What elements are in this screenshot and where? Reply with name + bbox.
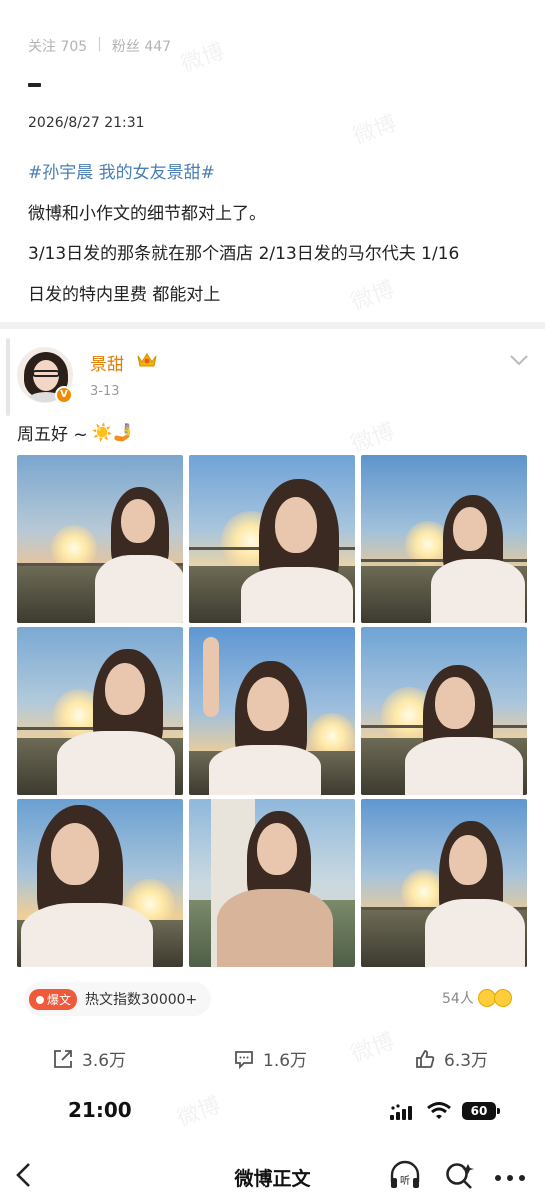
photo-2[interactable] — [189, 455, 355, 623]
hot-tag-label: 爆文 — [47, 992, 72, 1007]
search-icon[interactable] — [444, 1161, 476, 1191]
hot-index-badge[interactable]: 爆文 热文指数30000+ — [24, 982, 212, 1016]
followers-count[interactable]: 粉丝 447 — [112, 36, 171, 56]
photo-5[interactable] — [189, 627, 355, 795]
comment-icon — [235, 1050, 253, 1069]
photo-9[interactable] — [361, 799, 527, 967]
like-count: 6.3万 — [444, 1051, 489, 1071]
post-text-line-1: 微博和小作文的细节都对上了。 — [28, 204, 266, 224]
apple-icon — [36, 996, 44, 1004]
post-time: 2026/8/27 21:31 — [28, 115, 145, 131]
battery-tip — [497, 1108, 500, 1114]
verified-badge: V — [55, 386, 73, 404]
watermark: 微博 — [173, 1093, 224, 1132]
battery-indicator: 60 — [462, 1102, 496, 1120]
section-divider — [0, 322, 545, 329]
repost-date: 3-13 — [90, 384, 120, 399]
watermark: 微博 — [347, 277, 398, 316]
signal-icon — [390, 1104, 412, 1120]
status-time: 21:00 — [68, 1098, 132, 1122]
watermark: 微博 — [177, 39, 228, 78]
watermark: 微博 — [347, 419, 398, 458]
following-count[interactable]: 关注 705 — [28, 36, 87, 56]
watermark: 微博 — [349, 111, 400, 150]
repost-indicator — [6, 338, 10, 416]
more-icon[interactable] — [494, 1174, 526, 1182]
photo-1[interactable] — [17, 455, 183, 623]
photo-3[interactable] — [361, 455, 527, 623]
chevron-down-icon[interactable] — [509, 353, 529, 367]
repost-icon — [54, 1049, 72, 1068]
comment-button[interactable]: 1.6万 — [233, 1046, 307, 1071]
post-text-line-3: 日发的特内里费 都能对上 — [28, 285, 221, 305]
profile-stats: 关注 705 | 粉丝 447 — [28, 36, 171, 56]
grin-emoji-icon — [493, 989, 512, 1007]
hot-tag: 爆文 — [29, 988, 78, 1010]
svg-text:听: 听 — [400, 1175, 410, 1187]
hot-index-label: 热文指数30000+ — [85, 992, 198, 1008]
photo-6[interactable] — [361, 627, 527, 795]
likers-summary[interactable]: 54人 — [442, 988, 512, 1008]
bottom-navbar: 微博正文 听 — [0, 1150, 545, 1199]
like-icon — [416, 1049, 435, 1068]
likers-count: 54人 — [442, 991, 474, 1007]
stats-separator: | — [97, 36, 102, 52]
photo-8[interactable] — [189, 799, 355, 967]
dash-mark — [28, 83, 41, 87]
like-button[interactable]: 6.3万 — [414, 1046, 488, 1071]
action-bar: 3.6万 1.6万 6.3万 — [0, 1040, 545, 1076]
repost-text: 周五好 ~ ☀️🤳 — [17, 420, 134, 446]
photo-grid — [17, 455, 528, 967]
repost-text-content: 周五好 ~ — [17, 425, 88, 445]
crown-icon — [137, 353, 157, 367]
repost-count: 3.6万 — [82, 1051, 127, 1071]
photo-7[interactable] — [17, 799, 183, 967]
wifi-icon — [427, 1102, 451, 1119]
repost-author-name[interactable]: 景甜 — [90, 350, 124, 375]
post-text-line-2: 3/13日发的那条就在那个酒店 2/13日发的马尔代夫 1/16 — [28, 244, 460, 264]
comment-count: 1.6万 — [263, 1051, 308, 1071]
repost-button[interactable]: 3.6万 — [52, 1046, 126, 1071]
post-hashtag[interactable]: #孙宇晨 我的女友景甜# — [28, 158, 215, 183]
repost-emojis: ☀️🤳 — [91, 422, 134, 443]
listen-icon[interactable]: 听 — [388, 1160, 422, 1190]
photo-4[interactable] — [17, 627, 183, 795]
